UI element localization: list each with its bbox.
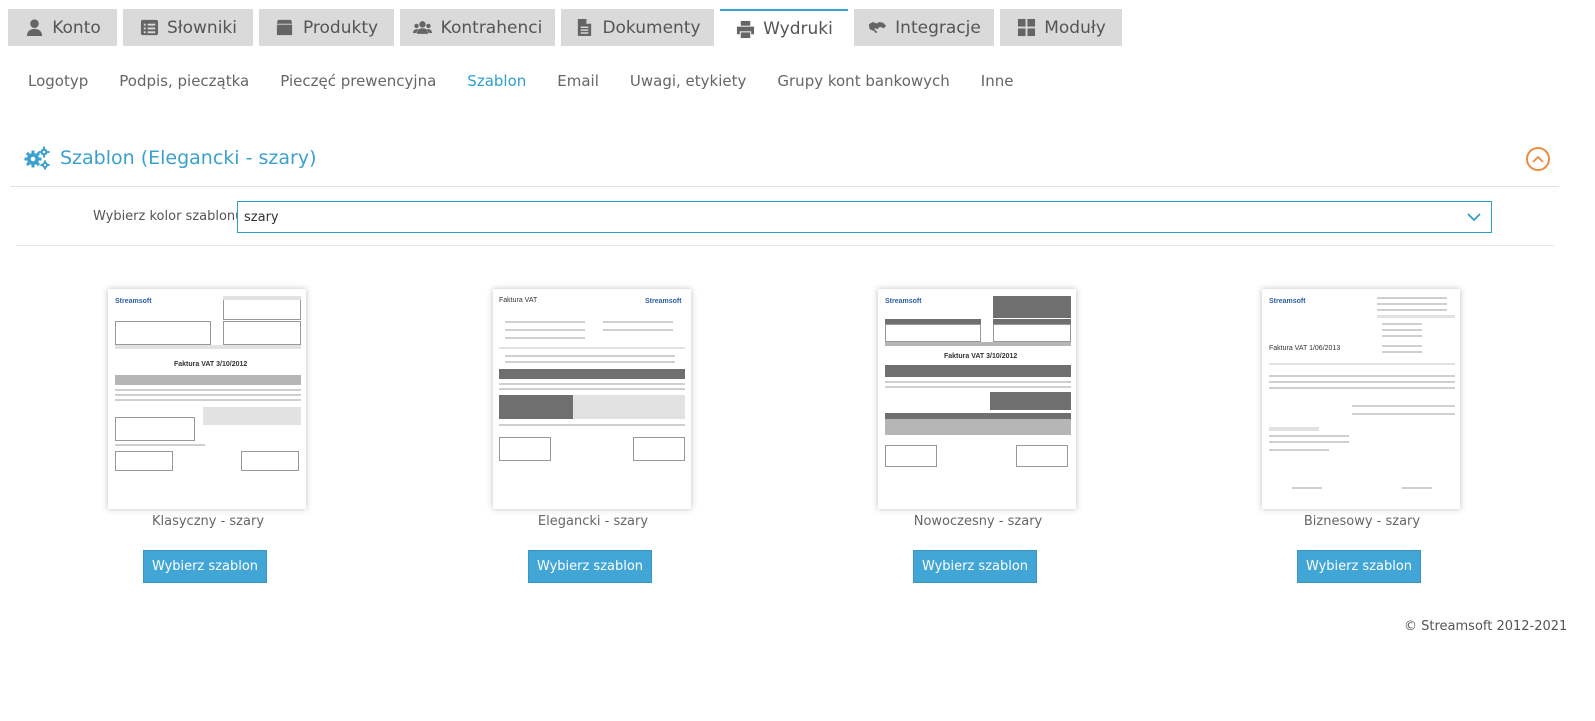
template-preview[interactable]: Faktura VAT Streamsoft bbox=[493, 289, 691, 509]
subnav-grupy-kont-bankowych[interactable]: Grupy kont bankowych bbox=[777, 72, 949, 90]
template-card-nowoczesny: Streamsoft Faktura VAT 3/10/2012 Nowocze… bbox=[878, 289, 1078, 583]
subnav-szablon[interactable]: Szablon bbox=[467, 72, 526, 90]
template-name: Nowoczesny - szary bbox=[913, 514, 1043, 529]
preview-doc-title: Faktura VAT 3/10/2012 bbox=[944, 353, 1018, 360]
select-template-button[interactable]: Wybierz szablon bbox=[913, 550, 1037, 583]
select-template-button[interactable]: Wybierz szablon bbox=[143, 550, 267, 583]
template-preview[interactable]: Streamsoft Faktura VAT 3/10/2012 bbox=[108, 289, 306, 509]
tab-produkty[interactable]: Produkty bbox=[259, 9, 394, 46]
grid-icon bbox=[1016, 18, 1036, 38]
box-icon bbox=[275, 18, 295, 38]
tab-wydruki[interactable]: Wydruki bbox=[720, 9, 848, 47]
tab-integracje[interactable]: Integracje bbox=[854, 9, 994, 46]
list-icon bbox=[139, 18, 159, 38]
section-header: Szablon (Elegancki - szary) bbox=[24, 146, 317, 170]
preview-doc-title: Faktura VAT 3/10/2012 bbox=[174, 361, 248, 368]
subnav-logotyp[interactable]: Logotyp bbox=[28, 72, 88, 90]
preview-doc-title: Faktura VAT bbox=[499, 297, 538, 304]
tab-label: Kontrahenci bbox=[440, 17, 543, 38]
handshake-icon bbox=[867, 18, 887, 38]
select-template-button[interactable]: Wybierz szablon bbox=[1297, 550, 1421, 583]
preview-logo: Streamsoft bbox=[1269, 298, 1306, 305]
template-name: Elegancki - szary bbox=[537, 514, 649, 529]
document-icon bbox=[574, 18, 594, 38]
tab-label: Słowniki bbox=[167, 17, 237, 38]
subnav-email[interactable]: Email bbox=[557, 72, 599, 90]
section-title: Szablon (Elegancki - szary) bbox=[60, 147, 317, 169]
tab-label: Wydruki bbox=[763, 19, 833, 39]
main-tabs: Konto Słowniki Produkty Kontrahenci Doku… bbox=[8, 9, 1128, 47]
color-select[interactable]: szary bbox=[237, 201, 1492, 233]
tab-label: Integracje bbox=[895, 17, 981, 38]
tab-konto[interactable]: Konto bbox=[8, 9, 117, 46]
template-name: Biznesowy - szary bbox=[1303, 514, 1421, 529]
sub-navigation: Logotyp Podpis, pieczątka Pieczęć prewen… bbox=[28, 72, 1044, 90]
subnav-inne[interactable]: Inne bbox=[981, 72, 1014, 90]
template-preview[interactable]: Streamsoft Faktura VAT 3/10/2012 bbox=[878, 289, 1076, 509]
subnav-podpis-pieczatka[interactable]: Podpis, pieczątka bbox=[119, 72, 249, 90]
tab-label: Konto bbox=[52, 17, 101, 38]
tab-label: Produkty bbox=[302, 17, 379, 38]
template-card-elegancki: Faktura VAT Streamsoft Elegancki - szary… bbox=[493, 289, 693, 583]
color-select-value: szary bbox=[244, 209, 279, 225]
preview-doc-title: Faktura VAT 1/06/2013 bbox=[1269, 345, 1341, 352]
tab-slowniki[interactable]: Słowniki bbox=[123, 9, 253, 46]
gears-icon bbox=[24, 146, 50, 170]
tab-label: Moduły bbox=[1044, 17, 1106, 38]
tab-dokumenty[interactable]: Dokumenty bbox=[561, 9, 714, 46]
chevron-down-icon bbox=[1467, 213, 1481, 222]
user-icon bbox=[24, 18, 44, 38]
subnav-uwagi-etykiety[interactable]: Uwagi, etykiety bbox=[630, 72, 747, 90]
users-icon bbox=[413, 18, 433, 38]
tab-kontrahenci[interactable]: Kontrahenci bbox=[400, 9, 555, 46]
preview-logo: Streamsoft bbox=[645, 298, 682, 305]
color-select-label: Wybierz kolor szablonu bbox=[93, 209, 244, 224]
collapse-button[interactable] bbox=[1526, 147, 1550, 171]
printer-icon bbox=[735, 19, 755, 39]
select-template-button[interactable]: Wybierz szablon bbox=[528, 550, 652, 583]
tab-label: Dokumenty bbox=[602, 17, 701, 38]
chevron-up-icon bbox=[1532, 155, 1544, 163]
template-card-klasyczny: Streamsoft Faktura VAT 3/10/2012 Klasycz… bbox=[108, 289, 308, 583]
tab-moduly[interactable]: Moduły bbox=[1000, 9, 1122, 46]
template-card-biznesowy: Streamsoft Faktura VAT 1/06/2013 Bizneso… bbox=[1262, 289, 1462, 583]
footer-copyright: © Streamsoft 2012-2021 bbox=[1404, 619, 1568, 634]
preview-logo: Streamsoft bbox=[885, 298, 922, 305]
divider bbox=[10, 186, 1559, 187]
subnav-pieczec-prewencyjna[interactable]: Pieczęć prewencyjna bbox=[280, 72, 436, 90]
divider bbox=[16, 245, 1554, 246]
preview-logo: Streamsoft bbox=[115, 298, 152, 305]
template-preview[interactable]: Streamsoft Faktura VAT 1/06/2013 bbox=[1262, 289, 1460, 509]
template-name: Klasyczny - szary bbox=[151, 514, 265, 529]
